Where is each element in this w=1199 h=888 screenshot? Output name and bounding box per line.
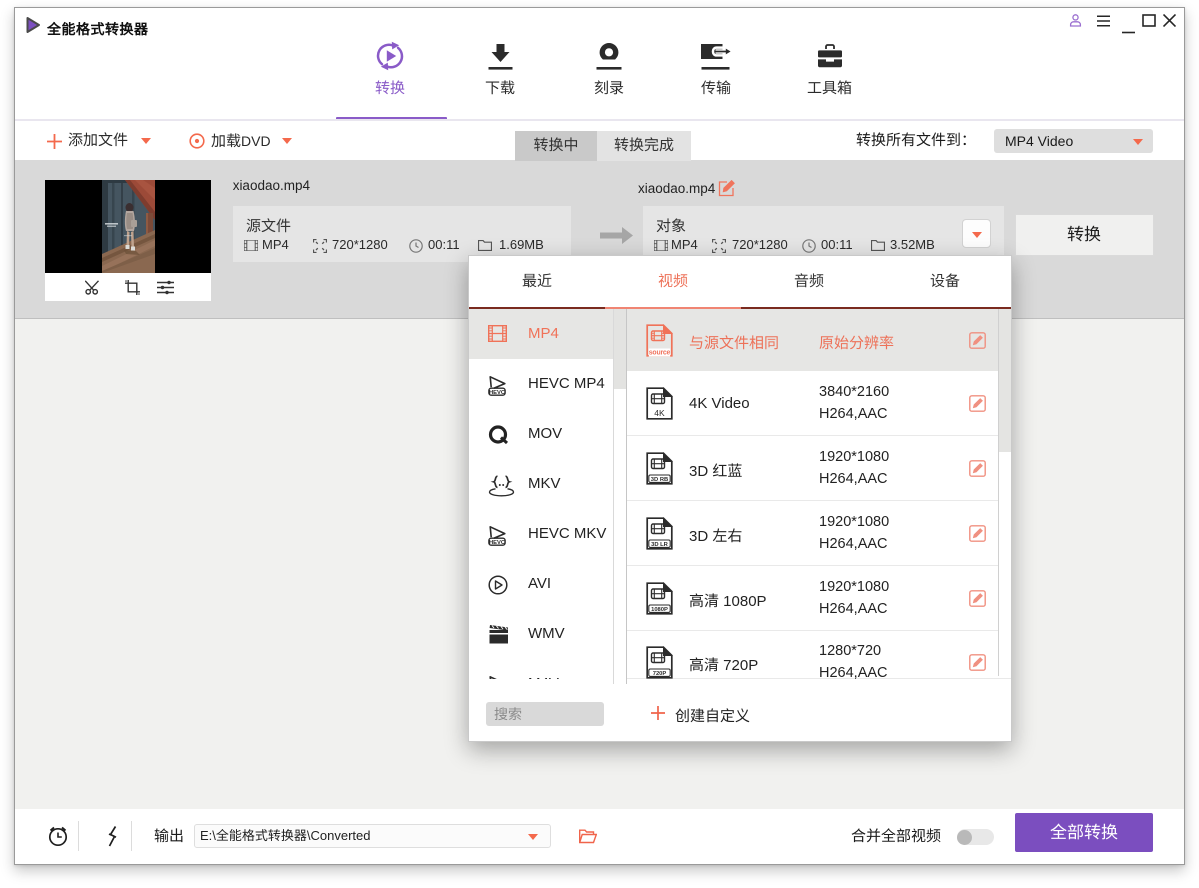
svg-text:source: source bbox=[649, 350, 671, 357]
svg-text:1080P: 1080P bbox=[651, 607, 668, 613]
svg-text:3D RB: 3D RB bbox=[651, 477, 668, 483]
svg-text:720P: 720P bbox=[653, 671, 667, 677]
svg-text:HEVC: HEVC bbox=[489, 540, 506, 546]
svg-text:3D LR: 3D LR bbox=[651, 542, 669, 548]
svg-text:HEVC: HEVC bbox=[489, 390, 506, 396]
svg-text:4K: 4K bbox=[654, 408, 665, 418]
